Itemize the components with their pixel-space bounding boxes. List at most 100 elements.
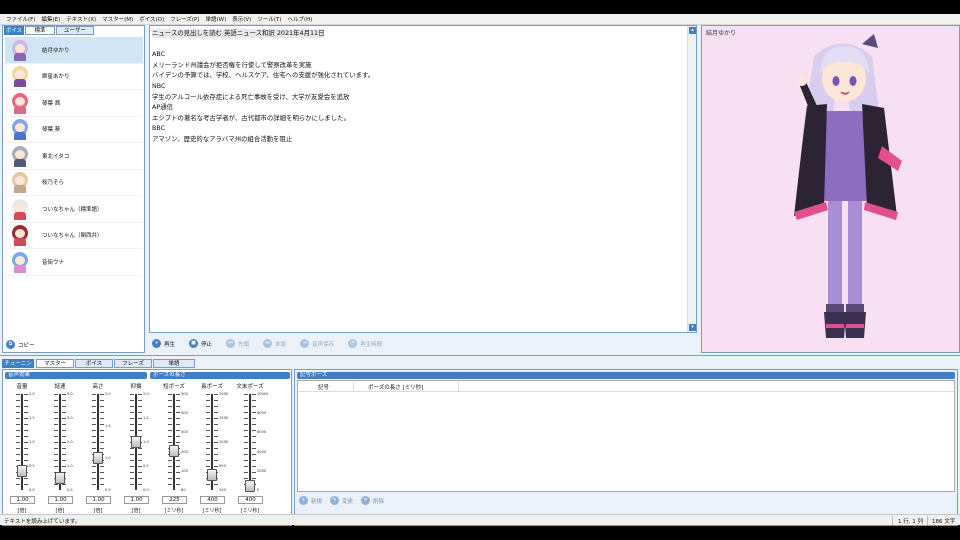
tab-voice[interactable]: ボイス <box>75 359 113 368</box>
tab-standard[interactable]: 標準 <box>25 26 55 35</box>
voice-name: 東北イタコ <box>42 153 70 160</box>
slider-thumb[interactable] <box>55 472 65 484</box>
voice-item[interactable]: 紲星あかり <box>5 64 143 90</box>
voice-item[interactable]: 音街ウナ <box>5 249 143 276</box>
slider-2: 高さ 2.0 1.5 1.0 0.5 1.00 [倍] <box>83 382 113 522</box>
voice-item[interactable]: 結月ゆかり <box>5 37 143 64</box>
slider-unit: [倍] <box>93 508 103 514</box>
slider-tick-label: 2000 <box>257 469 267 473</box>
slider-value-input[interactable]: 1.00 <box>86 496 111 504</box>
voice-item[interactable]: ついなちゃん（標準語） <box>5 196 143 223</box>
slider-label: 抑揚 <box>130 384 142 390</box>
slider-value-input[interactable]: 1.00 <box>124 496 149 504</box>
slider-thumb[interactable] <box>93 452 103 464</box>
slider-label: 音量 <box>16 384 28 390</box>
slider-tick-label: 8000 <box>257 411 267 415</box>
slider-track[interactable] <box>97 394 99 490</box>
slider-tick-label: 1000 <box>219 440 229 444</box>
column-pause-length[interactable]: ポーズの長さ [ミリ秒] <box>368 383 423 391</box>
slider-tick-label: 500 <box>181 392 188 396</box>
slider-tick-label: 2.0 <box>105 392 111 396</box>
menu-item-8[interactable]: ツール(T) <box>254 15 284 23</box>
editor-line-text: 学生のアルコール依存症による死亡事故を受け、大学が友愛会を追放 <box>152 92 350 101</box>
delete-button[interactable]: ✕ 削除 <box>361 496 384 505</box>
slider-thumb[interactable] <box>17 465 27 477</box>
slider-5: 長ポーズ 2000 1500 1000 500 100 400 [ミリ秒] <box>197 382 229 522</box>
voice-item[interactable]: 桜乃そら <box>5 170 143 196</box>
new-button[interactable]: + 新規 <box>299 496 322 505</box>
menu-item-3[interactable]: マスター(M) <box>99 15 136 23</box>
scroll-up-icon[interactable]: ▴ <box>689 27 696 34</box>
tab-master[interactable]: マスター <box>36 359 74 368</box>
voice-item[interactable]: 琴葉 葵 <box>5 117 143 143</box>
skip-start-button[interactable]: ⏮ 先頭 <box>226 339 249 348</box>
playbar-label: 先頭 <box>238 341 250 348</box>
copy-button[interactable]: ⧉ コピー <box>6 340 35 349</box>
slider-tick-label: 400 <box>181 411 188 415</box>
skip-end-icon: ⏭ <box>263 339 273 348</box>
slider-thumb[interactable] <box>245 480 255 492</box>
voice-item[interactable]: ついなちゃん（関西弁） <box>5 223 143 249</box>
slider-thumb[interactable] <box>169 445 179 457</box>
menu-item-7[interactable]: 表示(V) <box>229 15 254 23</box>
skip-start-icon: ⏮ <box>226 339 236 348</box>
slider-label: 話速 <box>54 384 66 390</box>
editor-text[interactable]: ニュースの見出しを読む 英語ニュース和訳 2021年4月11日 ABC メリーランド… <box>151 27 686 331</box>
voice-name: 琴葉 茜 <box>42 100 61 107</box>
voice-name: ついなちゃん（標準語） <box>42 206 103 213</box>
save-audio-button[interactable]: ⇥ 音声保存 <box>300 339 334 348</box>
menu-item-0[interactable]: ファイル(F) <box>3 15 38 23</box>
slider-value-input[interactable]: 400 <box>238 496 263 504</box>
pause-button[interactable]: ⏸ 再生 <box>152 339 175 348</box>
menu-item-6[interactable]: 単語(W) <box>203 15 230 23</box>
voice-avatar <box>10 118 30 141</box>
slider-label: 高さ <box>92 384 104 390</box>
editor-line: ニュースの見出しを読む 英語ニュース和訳 2021年4月11日 <box>152 28 685 39</box>
symbol-pause-table[interactable]: 記号 ポーズの長さ [ミリ秒] <box>297 380 955 492</box>
slider-tick-label: 300 <box>181 430 188 434</box>
slider-tick-label: 1.0 <box>29 440 35 444</box>
tab-phrase[interactable]: フレーズ <box>114 359 152 368</box>
slider-value-input[interactable]: 1.00 <box>48 496 73 504</box>
slider-value-input[interactable]: 400 <box>200 496 225 504</box>
editor-line-text: アマゾン、歴史的なアラバマ州の組合活動を阻止 <box>152 134 293 143</box>
voice-list: 結月ゆかり 紲星あかり琴葉 茜琴葉 葵東北イタコ桜乃そらついなちゃん（標準語） つい… <box>5 37 143 276</box>
slider-thumb[interactable] <box>131 436 141 448</box>
editor-scrollbar[interactable]: ▴ ▾ <box>687 26 696 332</box>
text-editor[interactable]: ニュースの見出しを読む 英語ニュース和訳 2021年4月11日 ABC メリーランド… <box>149 25 697 333</box>
edit-button[interactable]: ✎ 変更 <box>330 496 353 505</box>
timer-button[interactable]: ◔ 再生時間 <box>348 339 382 348</box>
voice-item[interactable]: 東北イタコ <box>5 143 143 170</box>
slider-value-input[interactable]: 1.00 <box>10 496 35 504</box>
menu-item-2[interactable]: テキスト(X) <box>63 15 99 23</box>
skip-end-button[interactable]: ⏭ 末尾 <box>263 339 286 348</box>
char-count: 186 文字 <box>932 519 956 525</box>
slider-label: 長ポーズ <box>201 384 223 390</box>
voice-item[interactable]: 琴葉 茜 <box>5 90 143 117</box>
editor-line-text: ABC <box>152 50 166 59</box>
editor-line-text: バイデンの予算では、学校、ヘルスケア、住宅への支援が強化されています。 <box>152 71 375 80</box>
menu-item-1[interactable]: 編集(E) <box>38 15 63 23</box>
slider-tick-label: 0.0 <box>143 488 149 492</box>
stop-button[interactable]: ■ 停止 <box>189 339 212 348</box>
menu-item-5[interactable]: フレーズ(P) <box>167 15 202 23</box>
slider-tick-label: 1.0 <box>105 456 111 460</box>
tab-tuning[interactable]: チューニング <box>2 359 34 375</box>
editor-line: 学生のアルコール依存症による死亡事故を受け、大学が友愛会を追放 <box>152 92 685 103</box>
pause-icon: ⏸ <box>152 339 161 348</box>
slider-tick-label: 1.5 <box>29 416 35 420</box>
slider-tick-label: 0.0 <box>29 488 35 492</box>
tab-word[interactable]: 単語 <box>153 359 195 368</box>
menu-item-9[interactable]: ヘルプ(H) <box>284 15 315 23</box>
pause-button-label: 削除 <box>373 498 385 505</box>
tab-user[interactable]: ユーザー <box>56 26 94 35</box>
editor-line-text: エジプトの著名な考古学者が、古代都市の詳細を明らかにしました。 <box>152 113 350 122</box>
timer-icon: ◔ <box>348 339 358 348</box>
slider-value-input[interactable]: 225 <box>162 496 187 504</box>
slider-track[interactable] <box>249 394 251 490</box>
column-symbol[interactable]: 記号 <box>318 383 329 391</box>
slider-track[interactable] <box>173 394 175 490</box>
scroll-down-icon[interactable]: ▾ <box>689 324 696 331</box>
menu-item-4[interactable]: ボイス(O) <box>136 15 167 23</box>
slider-thumb[interactable] <box>207 469 217 481</box>
